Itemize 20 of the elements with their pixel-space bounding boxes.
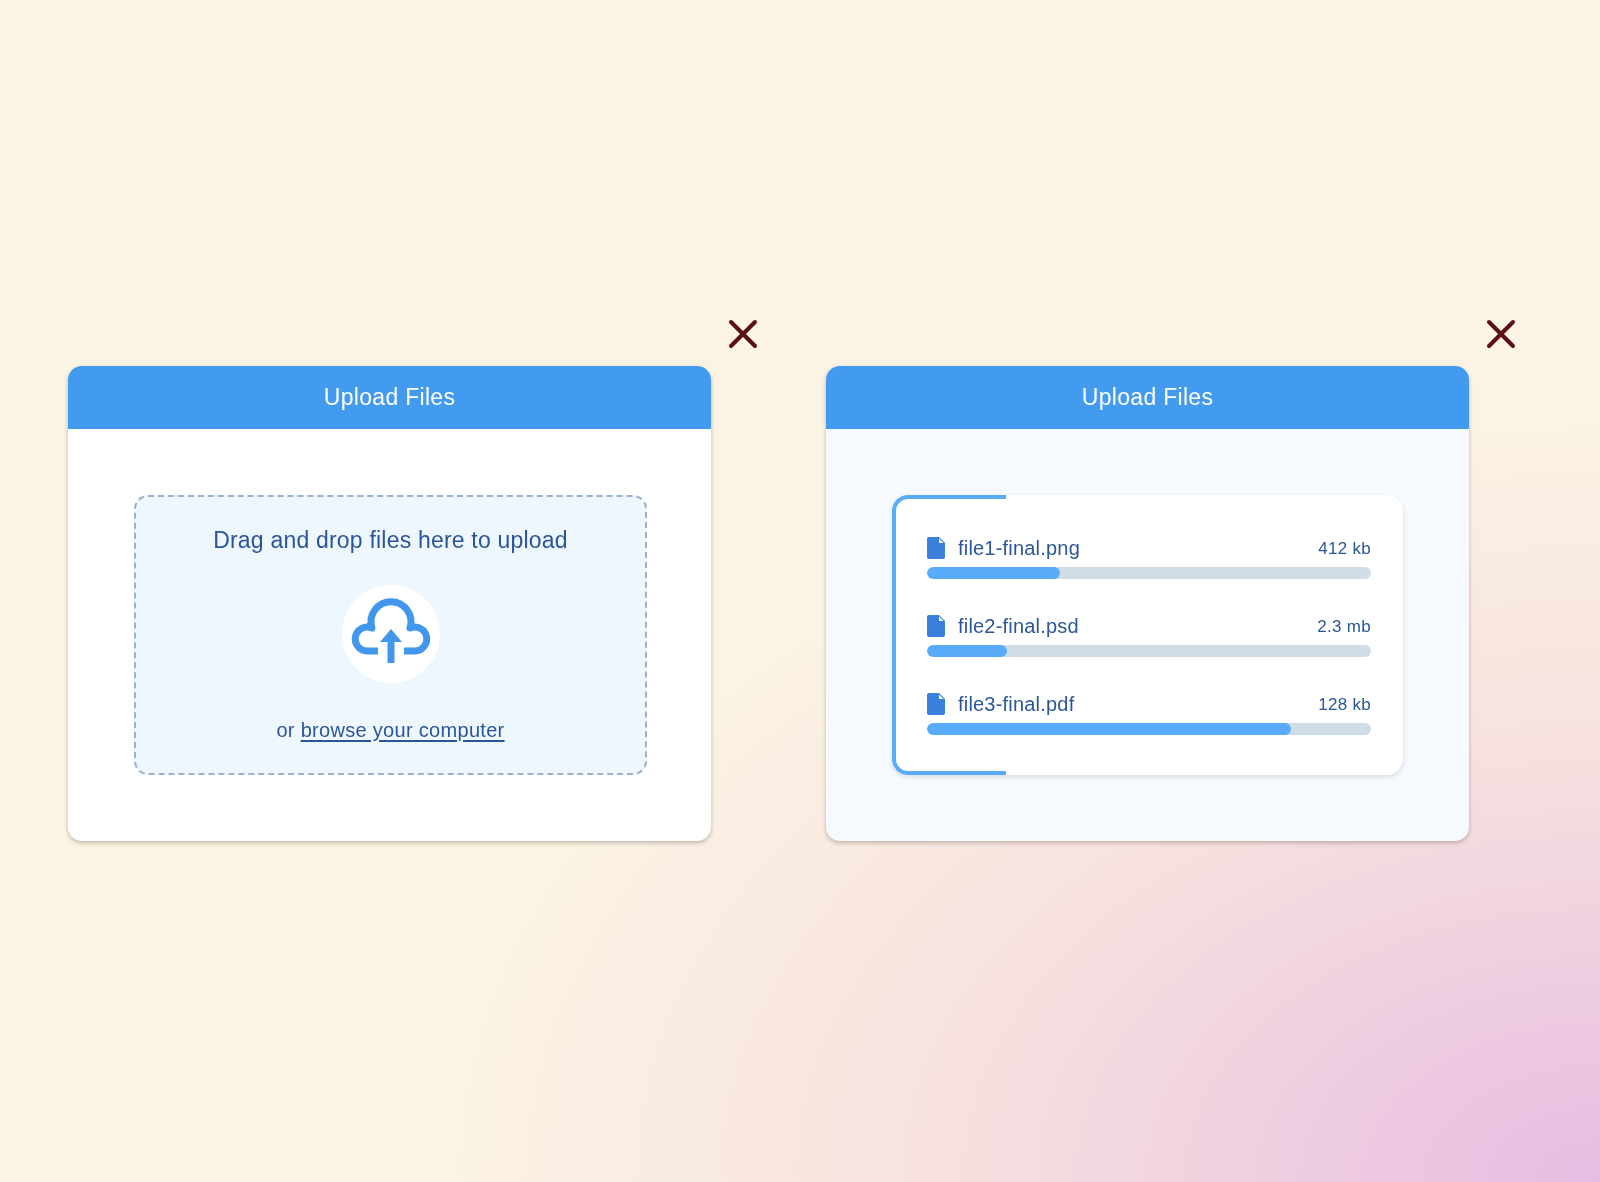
file-name: file1-final.png <box>958 537 1080 559</box>
drop-zone[interactable]: Drag and drop files here to upload or browse your computer <box>134 495 647 775</box>
file-name: file3-final.pdf <box>958 693 1075 715</box>
card-title: Upload Files <box>1081 384 1214 411</box>
browse-link[interactable]: browse your computer <box>300 719 505 741</box>
file-icon <box>927 693 945 715</box>
card-title: Upload Files <box>323 384 456 411</box>
close-icon <box>1486 319 1516 349</box>
file-name: file2-final.psd <box>958 615 1079 637</box>
file-icon <box>927 615 945 637</box>
close-button[interactable] <box>1486 319 1516 349</box>
browse-text: or browse your computer <box>276 718 505 742</box>
cloud-upload-icon <box>341 585 440 683</box>
drop-prompt: Drag and drop files here to upload <box>213 527 568 554</box>
file-size: 128 kb <box>1318 695 1371 715</box>
file-size: 412 kb <box>1318 539 1371 559</box>
close-button[interactable] <box>728 319 758 349</box>
file-icon <box>927 537 945 559</box>
file-size: 2.3 mb <box>1317 617 1371 637</box>
close-icon <box>728 319 758 349</box>
